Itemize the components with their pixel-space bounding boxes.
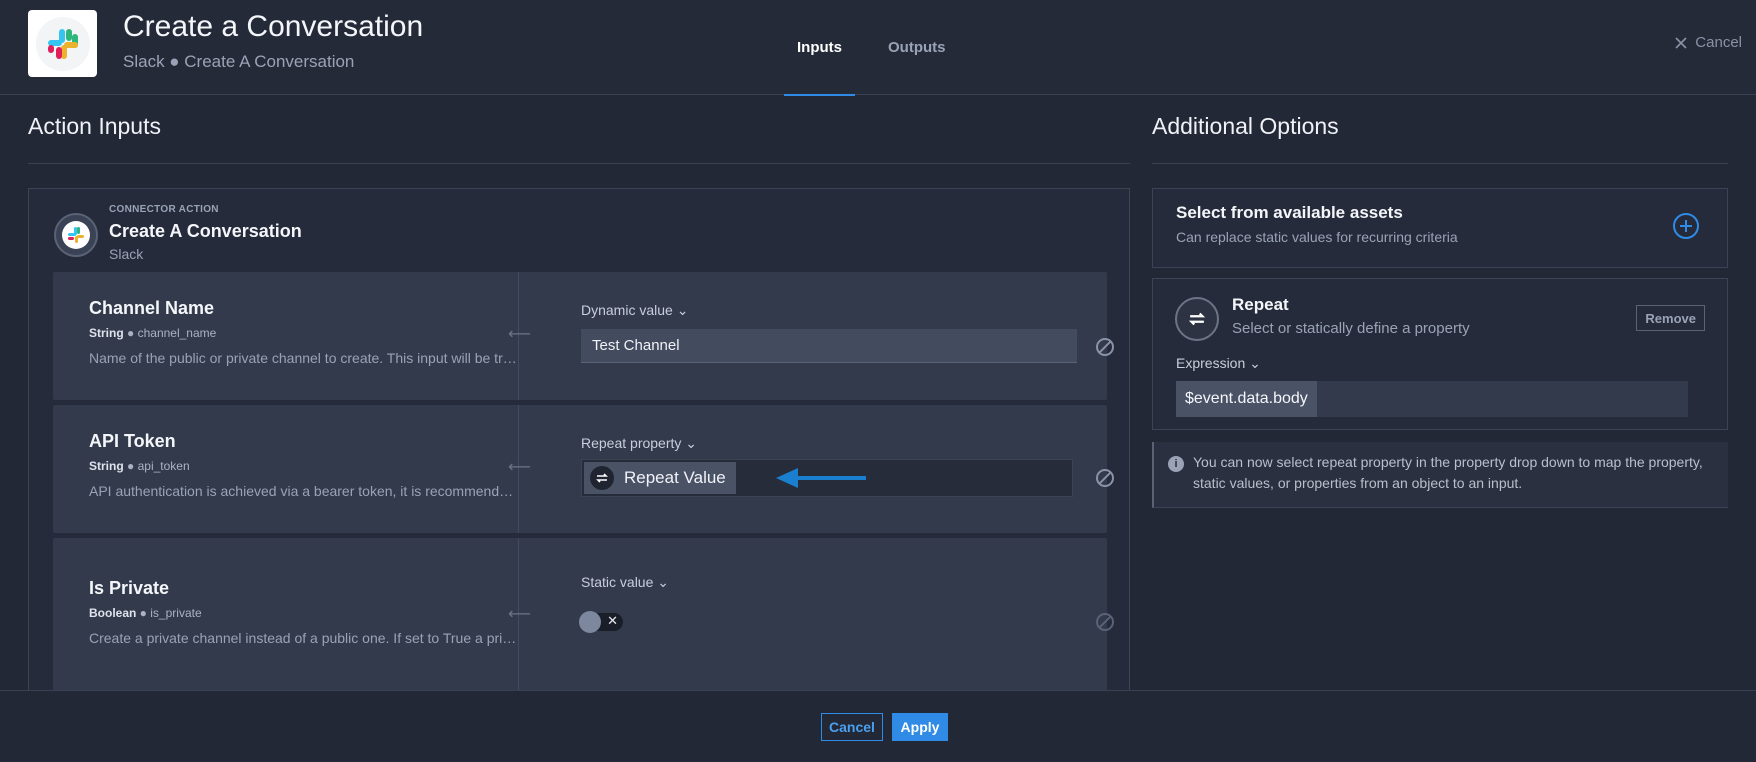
field-description: API authentication is achieved via a bea… bbox=[89, 483, 519, 499]
field-name: Is Private bbox=[89, 578, 170, 598]
tab-bar: Inputs Outputs bbox=[784, 0, 992, 96]
field-type-name: String bbox=[89, 459, 124, 473]
channel-name-input[interactable] bbox=[581, 329, 1077, 363]
connector-icon bbox=[54, 213, 98, 257]
repeat-card: Repeat Select or statically define a pro… bbox=[1152, 278, 1728, 430]
arrow-left-icon: ⟵ bbox=[508, 606, 531, 623]
field-key: api_token bbox=[137, 459, 190, 473]
remove-button[interactable]: Remove bbox=[1636, 305, 1705, 331]
repeat-subtitle: Select or statically define a property bbox=[1232, 320, 1470, 337]
clear-icon[interactable] bbox=[1096, 613, 1114, 631]
toggle-knob bbox=[579, 611, 601, 633]
additional-options-heading: Additional Options bbox=[1152, 113, 1339, 139]
value-mode-dropdown[interactable]: Static value ⌄ bbox=[581, 574, 669, 591]
slack-logo-icon bbox=[62, 221, 90, 249]
clear-icon[interactable] bbox=[1096, 469, 1114, 487]
action-inputs-panel: CONNECTOR ACTION Create A Conversation S… bbox=[28, 188, 1130, 762]
connector-subtitle: Slack bbox=[109, 246, 144, 262]
action-inputs-heading: Action Inputs bbox=[28, 113, 161, 139]
info-banner: i You can now select repeat property in … bbox=[1152, 442, 1728, 508]
header: Create a Conversation Slack ● Create A C… bbox=[0, 0, 1756, 96]
info-text: You can now select repeat property in th… bbox=[1193, 454, 1703, 491]
input-row-channel-name: Channel Name String ● channel_name Name … bbox=[53, 272, 1114, 400]
tab-inputs[interactable]: Inputs bbox=[784, 0, 855, 96]
connector-kicker: CONNECTOR ACTION bbox=[109, 204, 219, 215]
footer: Cancel Apply bbox=[0, 690, 1756, 762]
field-name: API Token bbox=[89, 431, 176, 451]
field-description: Create a private channel instead of a pu… bbox=[89, 630, 519, 646]
slack-logo bbox=[28, 10, 97, 77]
arrow-left-icon: ⟵ bbox=[508, 326, 531, 343]
blue-arrow-icon bbox=[776, 468, 866, 488]
expression-chip[interactable]: $event.data.body bbox=[1176, 381, 1317, 417]
tab-outputs[interactable]: Outputs bbox=[888, 0, 946, 95]
field-key: channel_name bbox=[137, 326, 217, 340]
assets-card: Select from available assets Can replace… bbox=[1152, 188, 1728, 268]
value-mode-dropdown[interactable]: Dynamic value ⌄ bbox=[581, 302, 688, 319]
divider bbox=[1152, 163, 1728, 164]
assets-subtitle: Can replace static values for recurring … bbox=[1176, 229, 1458, 245]
field-name: Channel Name bbox=[89, 298, 215, 318]
field-type: String ● channel_name bbox=[89, 326, 217, 340]
arrow-left-icon: ⟵ bbox=[508, 459, 531, 476]
repeat-icon bbox=[590, 466, 614, 490]
field-description: Name of the public or private channel to… bbox=[89, 350, 519, 366]
page-subtitle: Slack ● Create A Conversation bbox=[123, 52, 355, 71]
apply-button[interactable]: Apply bbox=[892, 713, 948, 741]
close-icon: ✕ bbox=[607, 613, 618, 628]
repeat-value-label: Repeat Value bbox=[624, 468, 726, 487]
field-type: Boolean ● is_private bbox=[89, 606, 202, 620]
field-type-name: Boolean bbox=[89, 606, 137, 620]
connector-title: Create A Conversation bbox=[109, 221, 302, 241]
assets-title: Select from available assets bbox=[1176, 203, 1403, 222]
is-private-toggle[interactable]: ✕ bbox=[579, 611, 623, 633]
repeat-title: Repeat bbox=[1232, 295, 1289, 314]
repeat-value-chip[interactable]: Repeat Value bbox=[584, 462, 736, 494]
cancel-button[interactable]: Cancel bbox=[821, 713, 883, 741]
expression-field[interactable]: $event.data.body bbox=[1176, 381, 1688, 417]
clear-icon[interactable] bbox=[1096, 338, 1114, 356]
field-key: is_private bbox=[150, 606, 202, 620]
slack-logo-icon bbox=[35, 16, 90, 71]
header-cancel-label: Cancel bbox=[1695, 34, 1742, 51]
header-cancel-button[interactable]: Cancel bbox=[1675, 34, 1742, 51]
field-type-name: String bbox=[89, 326, 124, 340]
repeat-icon bbox=[1175, 297, 1219, 341]
field-type: String ● api_token bbox=[89, 459, 190, 473]
value-mode-dropdown[interactable]: Repeat property ⌄ bbox=[581, 435, 697, 452]
page-title: Create a Conversation bbox=[123, 10, 424, 43]
expression-dropdown[interactable]: Expression ⌄ bbox=[1176, 355, 1261, 372]
close-icon bbox=[1675, 36, 1687, 49]
info-icon: i bbox=[1168, 456, 1184, 472]
input-row-api-token: API Token String ● api_token API authent… bbox=[53, 405, 1114, 533]
divider bbox=[28, 163, 1130, 164]
plus-circle-icon[interactable] bbox=[1673, 213, 1699, 239]
